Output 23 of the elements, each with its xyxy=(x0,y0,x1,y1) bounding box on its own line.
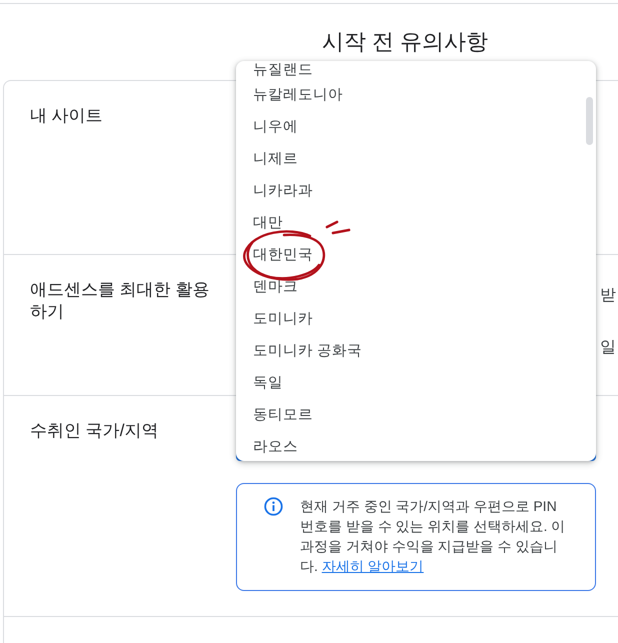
section-label: 내 사이트 xyxy=(30,105,103,127)
info-text: 현재 거주 중인 국가/지역과 우편으로 PIN 번호를 받을 수 있는 위치를 선택하세요. 이 과정을 거쳐야 수익을 지급받을 수 있습니다. 자세히 알아보기 xyxy=(300,497,566,576)
dropdown-option[interactable]: 도미니카 공화국 xyxy=(236,335,596,367)
section-label: 수취인 국가/지역 xyxy=(30,420,158,442)
page-title: 시작 전 유의사항 xyxy=(322,28,488,56)
cut-off-text: 받 xyxy=(600,286,616,306)
dropdown-option[interactable]: 도미니카 xyxy=(236,303,596,335)
dropdown-option[interactable]: 덴마크 xyxy=(236,271,596,303)
dropdown-option[interactable]: 니제르 xyxy=(236,143,596,175)
info-icon xyxy=(264,497,283,516)
dropdown-option[interactable]: 니우에 xyxy=(236,111,596,143)
dropdown-option[interactable]: 독일 xyxy=(236,367,596,399)
scrollbar-thumb[interactable] xyxy=(586,97,593,145)
dropdown-option[interactable]: 라오스 xyxy=(236,431,596,461)
dropdown-option[interactable]: 니카라과 xyxy=(236,175,596,207)
dropdown-option[interactable]: 대한민국 xyxy=(236,239,596,271)
section-label: 애드센스를 최대한 활용하기 xyxy=(30,279,210,323)
dropdown-option[interactable]: 동티모르 xyxy=(236,399,596,431)
dropdown-option[interactable]: 대만 xyxy=(236,207,596,239)
dropdown-option[interactable]: 뉴질랜드 xyxy=(236,61,596,79)
cut-off-text: 일 xyxy=(600,338,616,358)
dropdown-option[interactable]: 뉴칼레도니아 xyxy=(236,79,596,111)
learn-more-link[interactable]: 자세히 알아보기 xyxy=(322,558,424,574)
